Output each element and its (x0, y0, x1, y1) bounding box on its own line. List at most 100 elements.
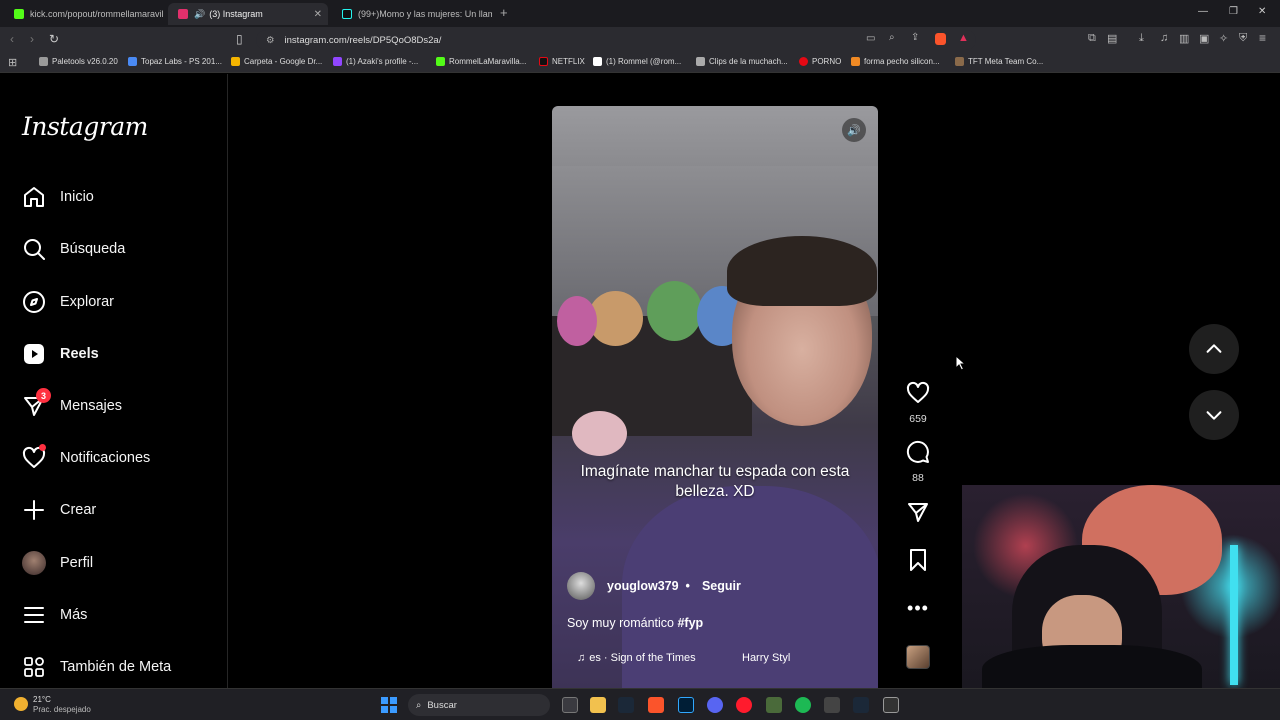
brave-rewards-icon[interactable]: ▲ (958, 32, 969, 44)
app-icon[interactable] (824, 697, 840, 713)
bookmark-label: Paletools v26.0.20 (52, 57, 118, 66)
new-tab-button[interactable]: + (500, 5, 508, 20)
bookmark-item[interactable]: (1) Azaki's profile -... (333, 57, 418, 66)
weather-description[interactable]: Prac. despejado (33, 705, 91, 714)
app-icon[interactable] (766, 697, 782, 713)
bookmark-icon (436, 57, 445, 66)
brave-shields-icon[interactable] (935, 33, 946, 45)
tab-label: (3) Instagram (209, 9, 263, 19)
share-icon[interactable]: ⇪ (911, 32, 919, 43)
vpn-icon[interactable]: ⛨ (1239, 32, 1247, 45)
tab-instagram[interactable]: 🔊 (3) Instagram ✕ (168, 3, 328, 25)
nav-label: Explorar (60, 294, 114, 310)
volume-button[interactable]: 🔊 (842, 118, 866, 142)
leo-ai-icon[interactable]: ✧ (1219, 32, 1228, 45)
zoom-icon[interactable]: ⌕ (889, 32, 895, 43)
heart-icon (22, 444, 46, 470)
description-text: Soy muy romántico (567, 616, 674, 630)
download-icon[interactable]: ⤓ (1139, 32, 1144, 45)
tab-tiktok[interactable]: (99+)Momo y las mujeres: Un llamad... (332, 3, 492, 25)
nav-mensajes[interactable]: 3 Mensajes (22, 388, 122, 421)
bookmark-icon[interactable] (906, 548, 930, 572)
nav-inicio[interactable]: Inicio (22, 182, 94, 212)
audio-row[interactable]: ♫ es · Sign of the Times (577, 652, 696, 664)
reel-author-row: youglow379 • Seguir (567, 572, 741, 600)
nav-notificaciones[interactable]: Notificaciones (22, 443, 150, 473)
author-avatar[interactable] (567, 572, 595, 600)
follow-button[interactable]: Seguir (702, 579, 741, 593)
webcam-overlay (962, 485, 1280, 688)
bookmark-label: TFT Meta Team Co... (968, 57, 1044, 66)
maximize-button[interactable]: ❐ (1229, 6, 1238, 17)
nav-reels[interactable]: Reels (22, 339, 99, 369)
bookmark-item[interactable]: Clips de la muchach... (696, 57, 788, 66)
bookmark-item[interactable]: PORNO (799, 57, 841, 66)
reel-video[interactable]: 🔊 Imagínate manchar tu espada con esta b… (552, 106, 878, 688)
close-window-button[interactable]: ✕ (1258, 6, 1266, 17)
nav-crear[interactable]: Crear (22, 495, 96, 525)
tab-kick[interactable]: kick.com/popout/rommellamaravilla... (4, 3, 164, 25)
bookmark-item[interactable]: NETFLIX (539, 57, 585, 66)
media-icon[interactable]: ♫ (1160, 32, 1168, 44)
sidebar-toggle-icon[interactable]: ▥ (1179, 32, 1189, 45)
weather-icon[interactable] (14, 697, 28, 711)
discord-icon[interactable] (707, 697, 723, 713)
spotify-icon[interactable] (795, 697, 811, 713)
bookmark-item[interactable]: Paletools v26.0.20 (39, 57, 118, 66)
audio-title: es · Sign of the Times (589, 652, 696, 664)
forward-button[interactable]: › (30, 32, 34, 46)
bookmark-item[interactable]: RommelLaMaravilla... (436, 57, 526, 66)
next-reel-button[interactable] (1189, 390, 1239, 440)
brave-icon[interactable] (648, 697, 664, 713)
bookmark-item[interactable]: (1) Rommel (@rom... (593, 57, 681, 66)
file-explorer-icon[interactable] (590, 697, 606, 713)
audio-thumbnail[interactable] (906, 645, 930, 669)
bookmark-item[interactable]: TFT Meta Team Co... (955, 57, 1043, 66)
share-icon[interactable] (906, 500, 930, 524)
taskbar-search[interactable]: ⌕ Buscar (408, 694, 550, 716)
reel-description: Soy muy romántico #fyp (567, 616, 703, 630)
bookmark-page-icon[interactable]: ▯ (236, 32, 243, 46)
hashtag-link[interactable]: #fyp (677, 616, 703, 630)
wallet2-icon[interactable]: ▣ (1199, 32, 1209, 45)
back-button[interactable]: ‹ (10, 32, 14, 46)
nav-label: También de Meta (60, 659, 172, 675)
bookmark-item[interactable]: forma pecho silicon... (851, 57, 940, 66)
nav-tambien-de-meta[interactable]: También de Meta (22, 652, 171, 682)
bookmark-item[interactable]: Carpeta - Google Dr... (231, 57, 322, 66)
nav-mas[interactable]: Más (22, 600, 87, 630)
menu-icon[interactable]: ≡ (1259, 31, 1266, 45)
instagram-logo[interactable]: Instagram (22, 112, 148, 141)
bookmark-item[interactable]: Topaz Labs - PS 201... (128, 57, 222, 66)
apps-grid-icon[interactable]: ⊞ (8, 56, 17, 69)
messenger-icon: 3 (22, 388, 51, 418)
nav-explorar[interactable]: Explorar (22, 287, 114, 317)
wallet-icon[interactable]: ▤ (1107, 32, 1117, 45)
obs-icon[interactable] (883, 697, 899, 713)
minimize-button[interactable]: — (1198, 6, 1208, 17)
author-username[interactable]: youglow379 (607, 579, 679, 593)
steam-icon[interactable] (853, 697, 869, 713)
more-options-icon[interactable]: ••• (907, 598, 929, 618)
reload-button[interactable]: ↻ (49, 32, 59, 46)
heart-icon[interactable] (906, 381, 930, 405)
close-tab-icon[interactable]: ✕ (314, 9, 322, 20)
site-info-icon[interactable]: ⚙ (266, 35, 275, 46)
webcam-person-shirt (982, 645, 1202, 688)
task-view-icon[interactable] (562, 697, 578, 713)
photoshop-icon[interactable] (678, 697, 694, 713)
extensions-icon[interactable]: ⧉ (1088, 32, 1096, 45)
bookmark-label: (1) Azaki's profile -... (346, 57, 419, 66)
kick-icon (14, 9, 24, 19)
nav-perfil[interactable]: Perfil (22, 548, 93, 578)
nav-busqueda[interactable]: Búsqueda (22, 234, 125, 264)
search-icon: ⌕ (416, 699, 422, 711)
start-button[interactable] (381, 697, 397, 713)
weather-temperature[interactable]: 21°C (33, 695, 51, 704)
opera-gx-icon[interactable] (736, 697, 752, 713)
nav-label: Más (60, 607, 88, 623)
previous-reel-button[interactable] (1189, 324, 1239, 374)
steam-icon[interactable] (618, 697, 634, 713)
comment-icon[interactable] (906, 440, 930, 464)
cast-icon[interactable]: ▭ (866, 33, 875, 44)
